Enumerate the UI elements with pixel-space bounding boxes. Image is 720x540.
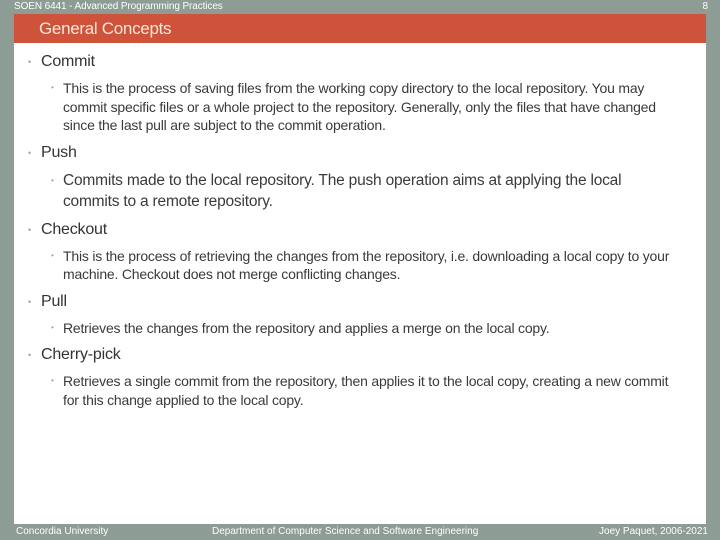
bullet-icon: • xyxy=(28,224,31,235)
bullet-icon: • xyxy=(28,57,31,67)
bullet-icon: • xyxy=(51,322,54,332)
bullet-icon: • xyxy=(51,83,54,92)
sub-bullet-text: Commits made to the local repository. Th… xyxy=(63,171,622,210)
sub-bullet-text: This is the process of saving files from… xyxy=(63,80,656,133)
course-header: SOEN 6441 - Advanced Programming Practic… xyxy=(14,1,223,12)
bullet-label: Pull xyxy=(41,292,67,310)
bullet-label: Cherry-pick xyxy=(41,346,121,363)
bullet-label: Push xyxy=(41,143,77,161)
bullet-cherry-pick: • Cherry-pick xyxy=(14,345,706,365)
bullet-icon: • xyxy=(51,376,54,385)
page-number: 8 xyxy=(702,1,708,12)
sub-bullet-commit: • This is the process of saving files fr… xyxy=(14,79,706,135)
title-bar: General Concepts xyxy=(14,14,706,43)
bullet-push: • Push xyxy=(14,143,706,163)
footer-university: Concordia University xyxy=(16,526,109,537)
sub-bullet-checkout: • This is the process of retrieving the … xyxy=(14,247,706,284)
sub-bullet-text: Retrieves a single commit from the repos… xyxy=(63,373,669,408)
slide-content: General Concepts • Commit • This is the … xyxy=(14,14,706,524)
sub-bullet-text: Retrieves the changes from the repositor… xyxy=(63,319,550,336)
bullet-icon: • xyxy=(28,350,31,360)
footer-department: Department of Computer Science and Softw… xyxy=(212,526,479,537)
bullet-list: • Commit • This is the process of saving… xyxy=(14,52,706,417)
bullet-icon: • xyxy=(28,296,31,307)
footer: Concordia University Department of Compu… xyxy=(0,524,720,540)
sub-bullet-push: • Commits made to the local repository. … xyxy=(14,170,706,212)
sub-bullet-pull: • Retrieves the changes from the reposit… xyxy=(14,319,706,338)
slide-title: General Concepts xyxy=(39,19,172,38)
bullet-checkout: • Checkout xyxy=(14,220,706,240)
bullet-icon: • xyxy=(51,250,54,260)
footer-author: Joey Paquet, 2006-2021 xyxy=(599,526,708,537)
bullet-label: Checkout xyxy=(41,220,107,238)
bullet-commit: • Commit xyxy=(14,52,706,72)
bullet-label: Commit xyxy=(41,53,95,70)
bullet-icon: • xyxy=(28,147,31,158)
sub-bullet-text: This is the process of retrieving the ch… xyxy=(63,247,670,283)
bullet-pull: • Pull xyxy=(14,292,706,312)
bullet-icon: • xyxy=(51,175,54,185)
sub-bullet-cherry-pick: • Retrieves a single commit from the rep… xyxy=(14,372,706,409)
